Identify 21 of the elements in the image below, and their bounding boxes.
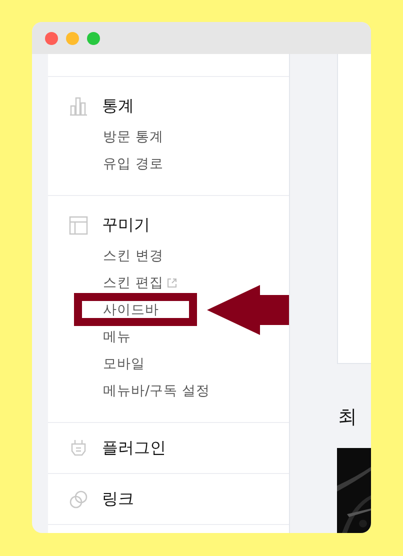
menu-link[interactable]: 메뉴	[103, 328, 131, 346]
menu-link[interactable]: 스킨 변경	[103, 246, 164, 264]
menu-link[interactable]: 스킨 편집	[103, 274, 178, 292]
bar-chart-icon	[69, 96, 88, 116]
maximize-icon[interactable]	[87, 32, 100, 44]
section-title[interactable]: 플러그인	[102, 438, 166, 458]
minimize-icon[interactable]	[66, 32, 79, 44]
section-title[interactable]: 통계	[102, 96, 134, 116]
plug-icon	[69, 438, 88, 458]
close-icon[interactable]	[45, 32, 58, 44]
menu-link[interactable]: 메뉴바/구독 설정	[103, 382, 210, 400]
menu-link[interactable]: 방문 통계	[103, 128, 164, 146]
section-title[interactable]: 링크	[102, 488, 134, 510]
menu-link[interactable]: 사이드바	[103, 300, 159, 318]
menu-link[interactable]: 모바일	[103, 354, 145, 372]
section-title[interactable]: 꾸미기	[102, 214, 150, 236]
section-heading: 최	[338, 405, 358, 430]
menu-link[interactable]: 유입 경로	[103, 154, 164, 172]
link-icon	[69, 490, 88, 508]
arrow-icon	[207, 285, 289, 335]
layout-icon	[69, 216, 88, 234]
